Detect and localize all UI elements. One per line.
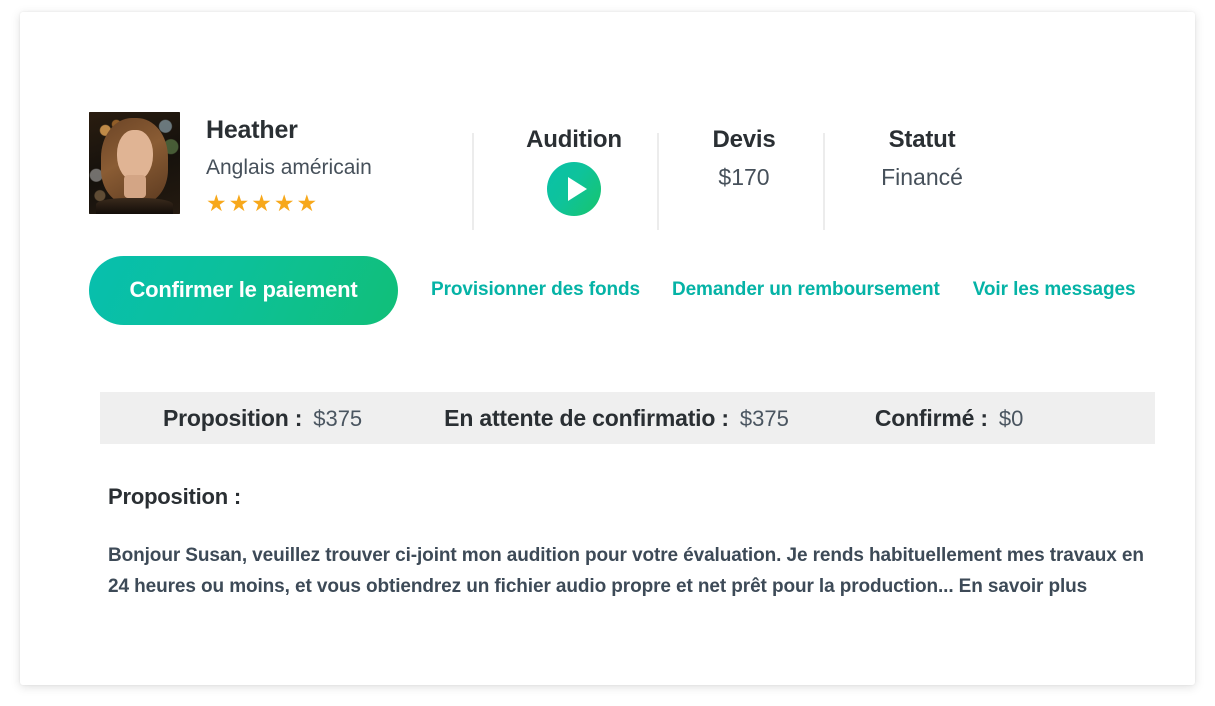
summary-value-confirmed: $0 (998, 405, 1024, 431)
stat-statut-label: Statut (888, 126, 956, 153)
proposal-section: Proposition : Bonjour Susan, veuillez tr… (108, 484, 1158, 603)
play-icon[interactable] (547, 162, 601, 216)
column-divider-2 (657, 133, 659, 230)
profile-text-block: Heather Anglais américain ★★★★★ (206, 112, 372, 215)
avatar-face (117, 130, 153, 182)
column-divider-3 (823, 133, 825, 230)
play-triangle-icon (567, 177, 587, 201)
payment-summary-bar: Proposition : $375 En attente de confirm… (100, 392, 1155, 444)
status-badge: Financé (881, 164, 963, 190)
talent-name: Heather (206, 116, 298, 144)
column-divider-1 (472, 133, 474, 230)
avatar-shoulder (96, 197, 173, 214)
proposal-body-text: Bonjour Susan, veuillez trouver ci-joint… (108, 545, 1144, 597)
summary-value-proposition: $375 (313, 405, 363, 431)
talent-profile: Heather Anglais américain ★★★★★ (89, 112, 372, 215)
summary-item-confirmed: Confirmé : $0 (875, 405, 1024, 432)
avatar (89, 112, 180, 214)
request-refund-link[interactable]: Demander un remboursement (672, 279, 940, 301)
stat-audition: Audition (509, 128, 639, 216)
talent-language: Anglais américain (206, 156, 372, 179)
stat-devis: Devis $170 (689, 128, 799, 189)
rating-stars-icon: ★★★★★ (206, 190, 320, 216)
stat-statut: Statut Financé (847, 128, 997, 189)
talent-header-row: Heather Anglais américain ★★★★★ Audition… (89, 112, 1149, 232)
fund-escrow-link[interactable]: Provisionner des fonds (431, 279, 640, 301)
stat-audition-label: Audition (526, 126, 622, 153)
stat-devis-value: $170 (718, 164, 770, 190)
stat-devis-label: Devis (712, 126, 776, 153)
summary-label-pending: En attente de confirmatio : (444, 404, 729, 431)
view-messages-link[interactable]: Voir les messages (973, 279, 1136, 301)
summary-label-confirmed: Confirmé : (874, 404, 988, 431)
summary-value-pending: $375 (739, 405, 789, 431)
avatar-neck (123, 175, 147, 198)
proposal-title: Proposition : (108, 484, 242, 509)
talent-proposal-card: Heather Anglais américain ★★★★★ Audition… (20, 12, 1195, 685)
summary-item-pending: En attente de confirmatio : $375 (444, 405, 789, 432)
summary-item-proposition: Proposition : $375 (163, 405, 362, 432)
action-row: Confirmer le paiement Provisionner des f… (89, 255, 1149, 325)
summary-label-proposition: Proposition : (163, 404, 303, 431)
confirm-payment-button[interactable]: Confirmer le paiement (89, 255, 398, 325)
